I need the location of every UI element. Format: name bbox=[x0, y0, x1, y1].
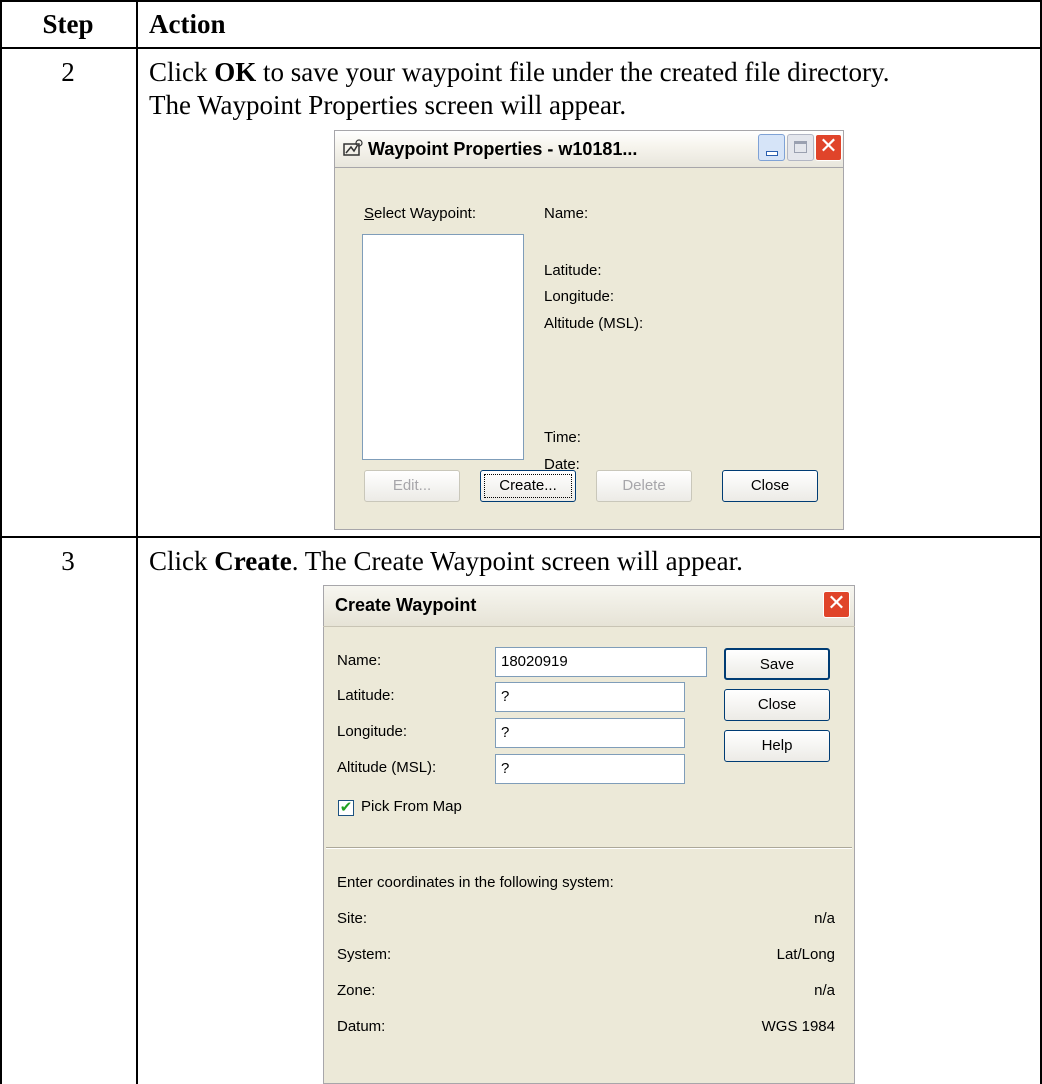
create-waypoint-close-window-button[interactable]: ✕ bbox=[823, 591, 850, 618]
waypoint-properties-title: Waypoint Properties - w10181... bbox=[368, 139, 638, 159]
select-waypoint-label: Select Waypoint: bbox=[364, 205, 477, 222]
document-page: Step Action 2 Click OK to save your wayp… bbox=[0, 0, 1042, 1084]
create-waypoint-title: Create Waypoint bbox=[335, 595, 477, 615]
pick-from-map-checkbox[interactable]: ✔ bbox=[338, 798, 354, 816]
maximize-icon bbox=[794, 141, 807, 153]
name-label: Name: bbox=[544, 205, 589, 222]
system-label: System: bbox=[337, 946, 392, 963]
close-button[interactable]: Close bbox=[722, 470, 818, 502]
step-2-line2: The Waypoint Properties screen will appe… bbox=[149, 90, 627, 120]
datum-value: WGS 1984 bbox=[761, 1018, 835, 1035]
altitude-label: Altitude (MSL): bbox=[337, 759, 437, 776]
waypoint-properties-window: Waypoint Properties - w10181... ✕ Select… bbox=[334, 130, 844, 530]
delete-button[interactable]: Delete bbox=[596, 470, 692, 502]
latitude-label: Latitude: bbox=[337, 687, 395, 704]
minimize-button[interactable] bbox=[758, 134, 785, 161]
name-label: Name: bbox=[337, 652, 382, 669]
maximize-button[interactable] bbox=[787, 134, 814, 161]
save-button[interactable]: Save bbox=[724, 648, 830, 680]
longitude-label: Longitude: bbox=[544, 288, 615, 305]
step-2-line1: Click OK to save your waypoint file unde… bbox=[149, 57, 890, 87]
datum-label: Datum: bbox=[337, 1018, 386, 1035]
zone-value: n/a bbox=[814, 982, 835, 999]
edit-button[interactable]: Edit... bbox=[364, 470, 460, 502]
altitude-label: Altitude (MSL): bbox=[544, 315, 644, 332]
site-label: Site: bbox=[337, 910, 368, 927]
latitude-field[interactable]: ? bbox=[495, 682, 685, 712]
create-waypoint-window: Create Waypoint ✕ Name: 18020919 Latitud… bbox=[323, 585, 855, 1084]
coord-intro-text: Enter coordinates in the following syste… bbox=[337, 874, 614, 891]
titlebar-divider bbox=[323, 626, 855, 627]
step-2-number: 2 bbox=[61, 57, 75, 87]
longitude-field[interactable]: ? bbox=[495, 718, 685, 748]
checkmark-icon: ✔ bbox=[339, 798, 353, 816]
waypoint-listbox[interactable] bbox=[362, 234, 524, 460]
time-label: Time: bbox=[544, 429, 581, 446]
minimize-icon bbox=[766, 151, 778, 156]
latitude-label: Latitude: bbox=[544, 262, 602, 279]
site-value: n/a bbox=[814, 910, 835, 927]
close-icon: ✕ bbox=[819, 134, 838, 159]
longitude-label: Longitude: bbox=[337, 723, 408, 740]
altitude-field[interactable]: ? bbox=[495, 754, 685, 784]
pick-from-map-label: Pick From Map bbox=[361, 798, 462, 815]
satellite-icon bbox=[342, 138, 364, 160]
section-divider-highlight bbox=[326, 848, 852, 849]
step-3-line1: Click Create. The Create Waypoint screen… bbox=[149, 546, 743, 576]
zone-label: Zone: bbox=[337, 982, 376, 999]
name-field[interactable]: 18020919 bbox=[495, 647, 707, 677]
help-button[interactable]: Help bbox=[724, 730, 830, 762]
create-button[interactable]: Create... bbox=[480, 470, 576, 502]
header-action: Action bbox=[149, 9, 226, 39]
system-value: Lat/Long bbox=[776, 946, 835, 963]
header-step: Step bbox=[42, 9, 94, 39]
close-icon: ✕ bbox=[827, 591, 846, 616]
step-3-number: 3 bbox=[61, 546, 75, 576]
close-button[interactable]: Close bbox=[724, 689, 830, 721]
close-window-button[interactable]: ✕ bbox=[815, 134, 842, 161]
